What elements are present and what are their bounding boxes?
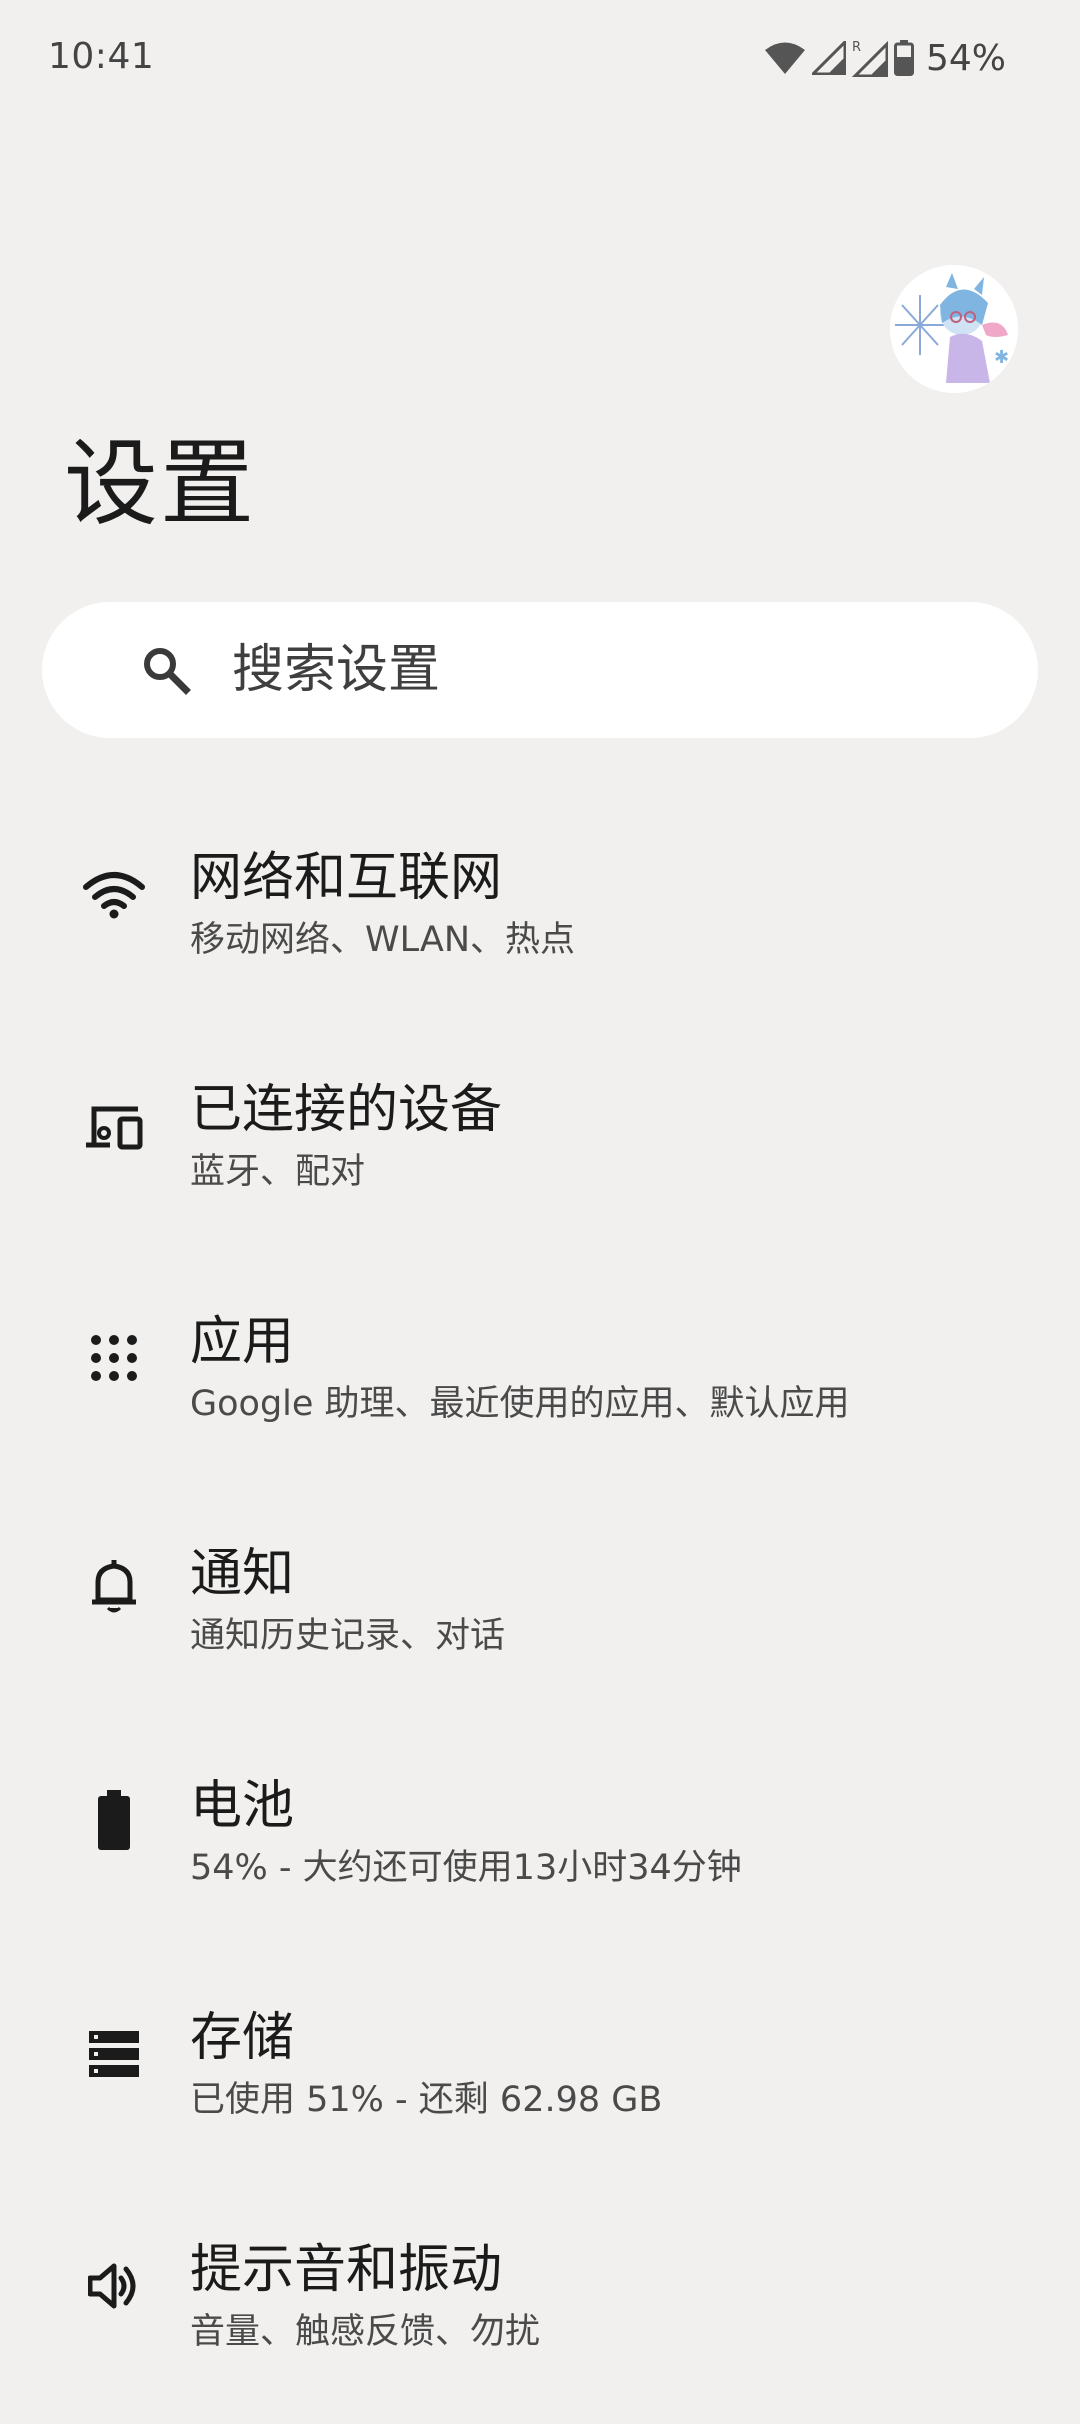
settings-item-battery[interactable]: 电池 54% - 大约还可使用13小时34分钟 bbox=[0, 1728, 1080, 1960]
item-subtitle: 已使用 51% - 还剩 62.98 GB bbox=[190, 2080, 663, 2120]
item-subtitle: 蓝牙、配对 bbox=[190, 1152, 366, 1192]
item-subtitle: 54% - 大约还可使用13小时34分钟 bbox=[190, 1848, 742, 1888]
item-title: 电池 bbox=[190, 1776, 295, 1836]
search-input[interactable]: 搜索设置 bbox=[232, 602, 440, 738]
status-bar: 10:41 R 54% bbox=[0, 0, 1080, 120]
cell-signal-icon bbox=[811, 41, 846, 75]
item-title: 应用 bbox=[190, 1312, 295, 1372]
battery-icon bbox=[78, 1784, 150, 1856]
page-title: 设置 bbox=[64, 430, 257, 539]
bell-icon bbox=[78, 1550, 150, 1622]
search-bar[interactable]: 搜索设置 bbox=[42, 602, 1038, 738]
apps-grid-icon bbox=[78, 1322, 150, 1394]
settings-item-network[interactable]: 网络和互联网 移动网络、WLAN、热点 bbox=[0, 800, 1080, 1032]
wifi-icon bbox=[78, 859, 150, 931]
item-subtitle: 移动网络、WLAN、热点 bbox=[190, 920, 576, 960]
item-subtitle: 通知历史记录、对话 bbox=[190, 1616, 506, 1656]
battery-icon bbox=[893, 40, 914, 76]
settings-item-sound[interactable]: 提示音和振动 音量、触感反馈、勿扰 bbox=[0, 2192, 1080, 2424]
item-subtitle: 音量、触感反馈、勿扰 bbox=[190, 2312, 541, 2352]
settings-item-apps[interactable]: 应用 Google 助理、最近使用的应用、默认应用 bbox=[0, 1264, 1080, 1496]
item-title: 通知 bbox=[190, 1544, 295, 1604]
item-title: 已连接的设备 bbox=[190, 1080, 503, 1140]
item-title: 提示音和振动 bbox=[190, 2240, 503, 2300]
settings-item-storage[interactable]: 存储 已使用 51% - 还剩 62.98 GB bbox=[0, 1960, 1080, 2192]
volume-icon bbox=[78, 2250, 150, 2322]
status-time: 10:41 bbox=[48, 36, 155, 77]
search-icon bbox=[140, 644, 192, 700]
wifi-icon bbox=[764, 41, 806, 75]
settings-item-connected-devices[interactable]: 已连接的设备 蓝牙、配对 bbox=[0, 1032, 1080, 1264]
battery-percent: 54% bbox=[925, 37, 1006, 79]
svg-text:R: R bbox=[852, 40, 861, 55]
settings-item-notifications[interactable]: 通知 通知历史记录、对话 bbox=[0, 1496, 1080, 1728]
connected-devices-icon bbox=[78, 1091, 150, 1163]
storage-icon bbox=[78, 2018, 150, 2090]
item-title: 存储 bbox=[190, 2008, 295, 2068]
status-icons: R 54% bbox=[764, 36, 1006, 80]
cell-signal-roaming-icon: R bbox=[851, 39, 888, 77]
item-title: 网络和互联网 bbox=[190, 848, 503, 908]
user-avatar[interactable]: ✱ bbox=[890, 265, 1018, 393]
svg-text:✱: ✱ bbox=[994, 347, 1009, 368]
item-subtitle: Google 助理、最近使用的应用、默认应用 bbox=[190, 1384, 850, 1424]
